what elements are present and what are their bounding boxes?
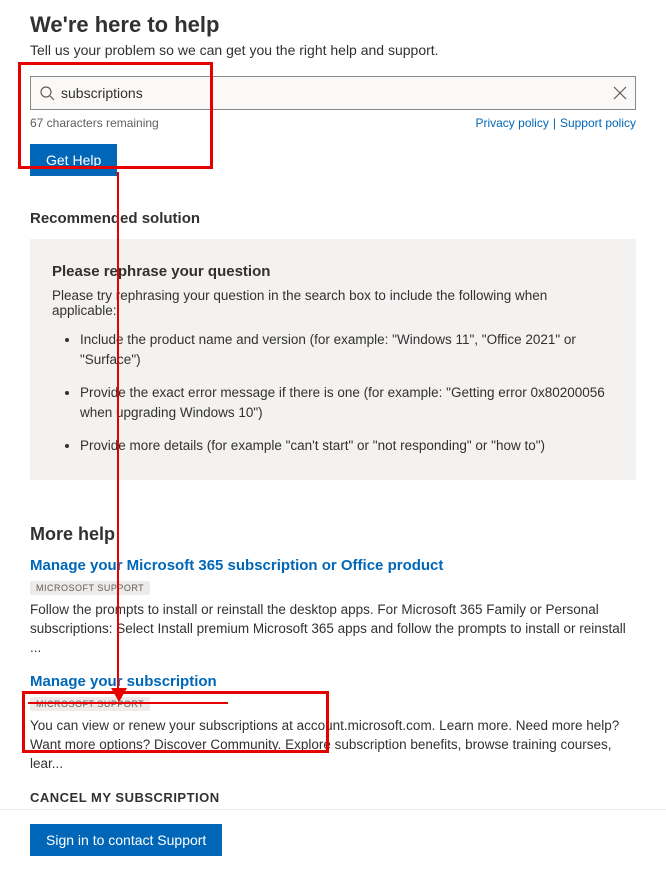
clear-icon[interactable]	[613, 86, 627, 100]
separator: |	[549, 116, 560, 130]
help-result-desc: You can view or renew your subscriptions…	[30, 717, 636, 774]
sign-in-contact-support-button[interactable]: Sign in to contact Support	[30, 824, 222, 856]
recommended-solution-box: Please rephrase your question Please try…	[30, 239, 636, 480]
search-meta: 67 characters remaining Privacy policy|S…	[30, 116, 636, 130]
privacy-policy-link[interactable]: Privacy policy	[475, 116, 548, 130]
search-input[interactable]	[61, 85, 613, 101]
more-help-heading: More help	[30, 524, 636, 545]
help-result: Manage your Microsoft 365 subscription o…	[30, 557, 636, 658]
footer-bar: Sign in to contact Support	[0, 809, 666, 870]
support-policy-link[interactable]: Support policy	[560, 116, 636, 130]
list-item: Provide more details (for example "can't…	[80, 436, 614, 456]
chars-remaining: 67 characters remaining	[30, 116, 159, 130]
help-result-link[interactable]: Manage your Microsoft 365 subscription o…	[30, 557, 443, 574]
page-title: We're here to help	[30, 12, 636, 38]
help-result-desc: Follow the prompts to install or reinsta…	[30, 601, 636, 658]
help-result-link[interactable]: Manage your subscription	[30, 673, 217, 690]
list-item: Provide the exact error message if there…	[80, 383, 614, 422]
rephrase-heading: Please rephrase your question	[52, 263, 614, 280]
recommended-solution-heading: Recommended solution	[30, 210, 636, 227]
page-subtitle: Tell us your problem so we can get you t…	[30, 42, 636, 58]
annotation-struck-text: CANCEL MY SUBSCRIPTION	[30, 790, 636, 805]
source-badge: MICROSOFT SUPPORT	[30, 697, 150, 711]
search-box[interactable]	[30, 76, 636, 110]
rephrase-lead: Please try rephrasing your question in t…	[52, 288, 614, 318]
list-item: Include the product name and version (fo…	[80, 330, 614, 369]
source-badge: MICROSOFT SUPPORT	[30, 581, 150, 595]
help-result: Manage your subscription MICROSOFT SUPPO…	[30, 673, 636, 774]
search-icon	[39, 85, 55, 101]
rephrase-tips-list: Include the product name and version (fo…	[52, 330, 614, 456]
get-help-button[interactable]: Get Help	[30, 144, 117, 176]
